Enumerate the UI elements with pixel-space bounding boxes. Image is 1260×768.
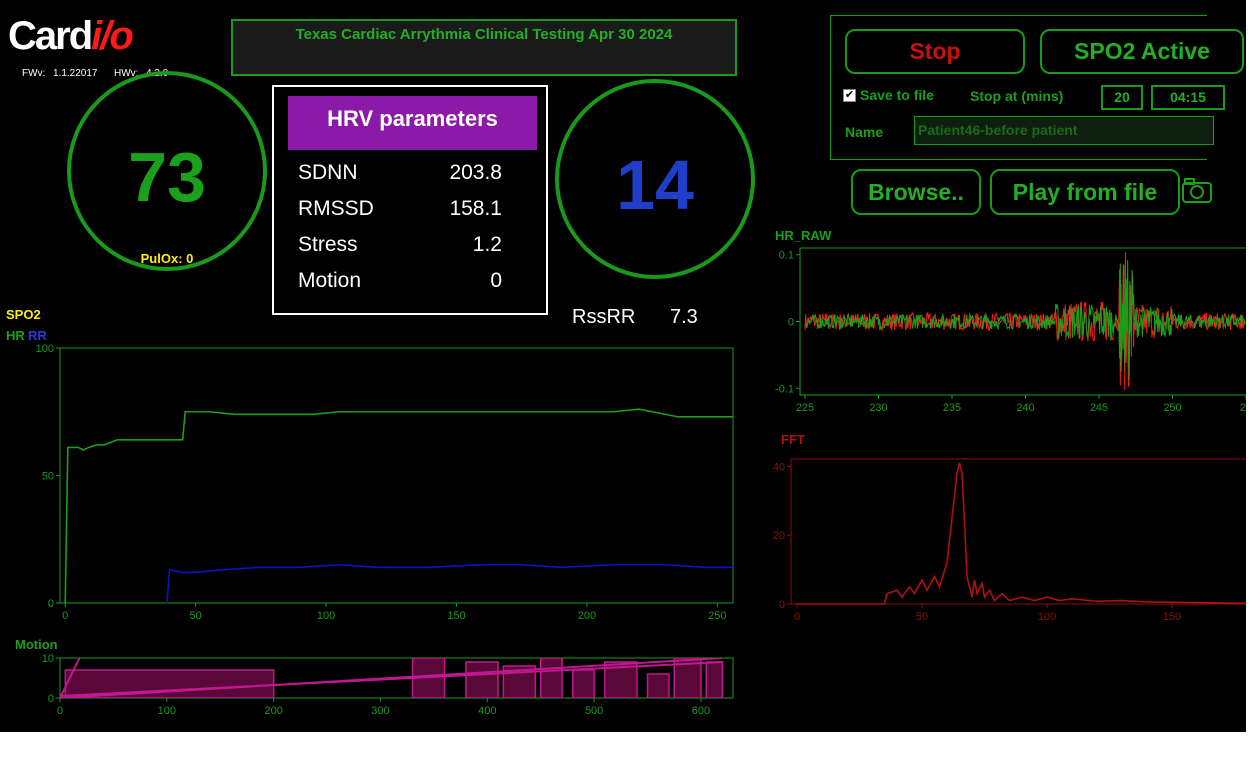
x-tick-label: 600: [692, 705, 710, 717]
camera-icon[interactable]: [1182, 178, 1212, 204]
hrv-row: Stress 1.2: [298, 233, 502, 269]
x-tick-label: 240: [1016, 402, 1034, 414]
motion-segment: [539, 658, 563, 698]
fft-plot-frame: [790, 458, 1246, 605]
series-fft-line: [797, 462, 1246, 605]
hrv-label: RMSSD: [298, 197, 374, 220]
y-tick-label: 20: [773, 530, 785, 542]
x-tick-label: 200: [264, 705, 282, 717]
y-tick-label: 10: [42, 653, 54, 665]
cardio-logo: Cardi/o: [8, 14, 134, 58]
hrv-row: Motion 0: [298, 269, 502, 305]
y-tick-label: 0: [788, 317, 794, 329]
y-tick-label: 0: [779, 599, 785, 611]
rssrr-label: RssRR: [572, 306, 636, 328]
y-tick-label: 40: [773, 461, 785, 473]
x-tick-label: 230: [869, 402, 887, 414]
motion-segment: [465, 661, 499, 698]
x-tick-label: 150: [447, 610, 465, 622]
stop-at-label: Stop at (mins): [970, 88, 1064, 104]
hrv-panel: HRV parameters SDNN 203.8 RMSSD 158.1 St…: [272, 85, 548, 315]
x-tick-label: 235: [943, 402, 961, 414]
motion-segment: [705, 661, 724, 698]
x-tick-label: 250: [1163, 402, 1181, 414]
x-tick-label: 50: [190, 610, 202, 622]
x-tick-label: 200: [578, 610, 596, 622]
rr-value: 14: [616, 146, 694, 224]
fw-label: FWv:: [22, 68, 46, 79]
x-tick-label: 245: [1090, 402, 1108, 414]
y-tick-label: 100: [36, 343, 54, 355]
motion-title: Motion: [15, 637, 58, 652]
x-tick-label: 50: [916, 611, 928, 623]
series-hr-line: [64, 408, 733, 604]
app-window: Cardi/o FWv: 1.1.22017 HWv: 4.2.0 Texas …: [0, 0, 1246, 732]
fft-title: FFT: [781, 432, 805, 447]
x-tick-label: 0: [62, 610, 68, 622]
y-tick-label: 0: [48, 693, 54, 705]
x-tick-label: 0: [794, 611, 800, 623]
rr-gauge: 14: [555, 79, 755, 279]
hrv-label: Motion: [298, 269, 362, 292]
x-tick-label: 300: [371, 705, 389, 717]
x-tick-label: 400: [478, 705, 496, 717]
motion-chart: 0 10 0 100 200 300 400 500 600: [42, 653, 734, 717]
y-tick-label: 0.1: [779, 250, 794, 262]
hrv-value: 158.1: [449, 197, 502, 220]
rssrr-value: 7.3: [670, 306, 698, 328]
hrv-row: RMSSD 158.1: [298, 197, 502, 233]
hrv-value: 0: [490, 269, 502, 292]
fft-chart: 0 20 40 0 50 100 150: [773, 458, 1246, 623]
motion-segment: [646, 673, 670, 698]
y-tick-label: 0: [48, 598, 54, 610]
series-rr-line: [166, 563, 733, 604]
y-tick-label: -0.1: [775, 383, 794, 395]
session-title: Texas Cardiac Arrythmia Clinical Testing…: [295, 26, 673, 43]
hr-rr-chart: 0 50 100 0 50 100 150 200 250: [36, 343, 734, 622]
x-tick-label: 100: [158, 705, 176, 717]
x-tick-label: 250: [708, 610, 726, 622]
hrv-value: 203.8: [449, 161, 502, 184]
legend-spo2: SPO2: [6, 307, 41, 322]
spo2-active-button[interactable]: SPO2 Active: [1040, 29, 1244, 74]
name-label: Name: [845, 124, 884, 140]
fw-version: 1.1.22017: [53, 68, 98, 79]
pulox-label: PulOx: 0: [140, 251, 194, 266]
patient-name-input[interactable]: Patient46-before patient: [914, 116, 1214, 145]
x-tick-label: 100: [1038, 611, 1056, 623]
hrv-title: HRV parameters: [288, 96, 537, 150]
x-tick-label: 0: [57, 705, 63, 717]
session-title-box: Texas Cardiac Arrythmia Clinical Testing…: [231, 19, 737, 76]
play-from-file-button[interactable]: Play from file: [990, 169, 1180, 215]
x-tick-label: 25: [1240, 402, 1246, 414]
hrv-value: 1.2: [472, 233, 502, 256]
hrv-label: Stress: [298, 233, 358, 256]
save-to-file-checkbox[interactable]: ✔: [843, 89, 856, 102]
x-tick-label: 150: [1163, 611, 1181, 623]
hr-value: 73: [128, 138, 206, 216]
stop-at-input[interactable]: 20: [1101, 85, 1143, 110]
stop-button[interactable]: Stop: [845, 29, 1025, 74]
hrv-row: SDNN 203.8: [298, 161, 502, 197]
x-tick-label: 225: [796, 402, 814, 414]
hrv-label: SDNN: [298, 161, 358, 184]
hr-raw-chart: -0.1 0 0.1 225 230 235 240 245 250 25: [775, 247, 1246, 414]
y-tick-label: 50: [42, 471, 54, 483]
camera-icon-glyph: [1182, 178, 1212, 203]
control-panel: Stop SPO2 Active ✔ Save to file Stop at …: [830, 15, 1244, 160]
save-to-file-label: Save to file: [860, 87, 934, 103]
x-tick-label: 500: [585, 705, 603, 717]
x-tick-label: 100: [317, 610, 335, 622]
hr-gauge: 73 PulOx: 0: [67, 71, 267, 271]
elapsed-time: 04:15: [1151, 85, 1225, 110]
motion-segment: [572, 669, 595, 698]
browse-button[interactable]: Browse..: [851, 169, 981, 215]
